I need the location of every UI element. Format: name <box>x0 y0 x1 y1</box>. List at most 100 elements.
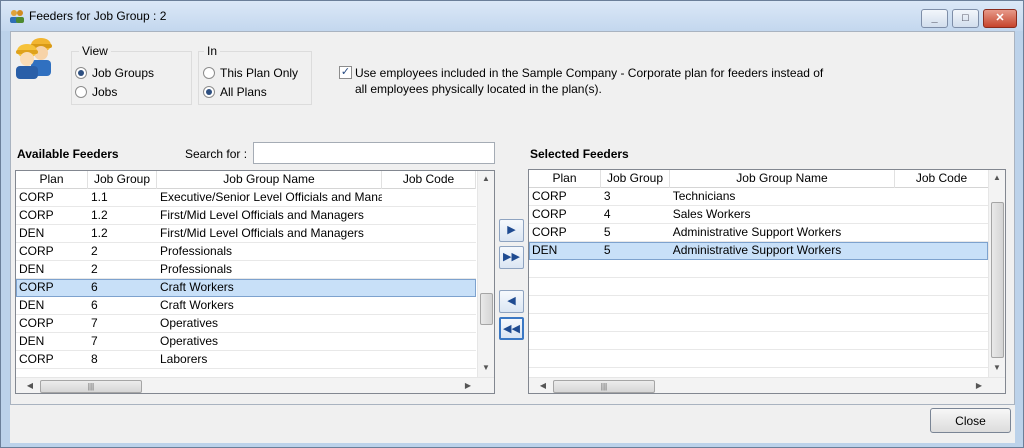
table-row[interactable]: DEN 7 Operatives <box>16 333 476 351</box>
close-button[interactable]: Close <box>930 408 1011 433</box>
column-header-plan[interactable]: Plan <box>16 171 88 189</box>
available-feeders-grid: Plan Job Group Job Group Name Job Code C… <box>15 170 495 394</box>
scrollbar-thumb[interactable]: ||| <box>40 380 142 393</box>
cell-code <box>382 225 476 242</box>
cell-code <box>382 315 476 332</box>
sample-company-checkbox[interactable]: ✓ <box>339 66 352 79</box>
title-bar[interactable]: Feeders for Job Group : 2 _ □ ✕ <box>1 1 1023 31</box>
cell-plan: CORP <box>19 280 54 294</box>
cell-name: Administrative Support Workers <box>672 243 842 257</box>
remove-selected-button[interactable]: ◀ <box>499 290 524 313</box>
table-row[interactable]: CORP 3 Technicians <box>529 188 988 206</box>
cell-job-group: 4 <box>603 207 611 221</box>
vertical-scrollbar[interactable]: ▲ ▼ <box>477 171 494 377</box>
cell-code <box>382 351 476 368</box>
cell-code <box>382 261 476 278</box>
scroll-left-icon[interactable]: ◀ <box>537 381 549 390</box>
cell-job-group: 1.1 <box>91 190 108 204</box>
cell-job-group <box>601 314 670 331</box>
in-all-plans-radio[interactable]: All Plans <box>203 84 267 100</box>
table-row[interactable]: CORP 1.2 First/Mid Level Officials and Man… <box>16 207 476 225</box>
double-arrow-right-icon: ▶▶ <box>503 251 520 263</box>
cell-code <box>894 314 988 331</box>
column-header-job-group[interactable]: Job Group <box>601 170 670 188</box>
cell-plan: CORP <box>19 316 54 330</box>
cell-name <box>670 350 895 367</box>
maximize-icon: □ <box>962 12 969 24</box>
scroll-up-icon[interactable]: ▲ <box>991 173 1003 182</box>
radio-indicator <box>75 67 87 79</box>
scrollbar-thumb[interactable] <box>480 293 493 325</box>
cell-code <box>894 296 988 313</box>
cell-plan <box>529 278 601 295</box>
table-row[interactable] <box>529 296 988 314</box>
scrollbar-thumb[interactable]: ||| <box>553 380 655 393</box>
scroll-left-icon[interactable]: ◀ <box>24 381 36 390</box>
view-job-groups-radio[interactable]: Job Groups <box>75 65 154 81</box>
close-window-button[interactable]: ✕ <box>983 9 1017 28</box>
table-row[interactable] <box>529 332 988 350</box>
scroll-down-icon[interactable]: ▼ <box>991 363 1003 372</box>
table-row[interactable] <box>529 278 988 296</box>
table-row[interactable]: DEN 1.2 First/Mid Level Officials and Mana… <box>16 225 476 243</box>
view-jobs-radio[interactable]: Jobs <box>75 84 117 100</box>
scroll-right-icon[interactable]: ▶ <box>462 381 474 390</box>
table-row[interactable]: CORP 2 Professionals <box>16 243 476 261</box>
remove-all-button[interactable]: ◀◀ <box>499 317 524 340</box>
column-header-plan[interactable]: Plan <box>529 170 601 188</box>
available-feeders-title: Available Feeders <box>17 147 119 161</box>
table-row[interactable]: CORP 1.1 Executive/Senior Level Officials … <box>16 189 476 207</box>
cell-plan <box>529 260 601 277</box>
cell-plan: CORP <box>532 189 567 203</box>
cell-code <box>894 260 988 277</box>
add-all-button[interactable]: ▶▶ <box>499 246 524 269</box>
table-row[interactable]: CORP 4 Sales Workers <box>529 206 988 224</box>
table-row[interactable]: DEN 2 Professionals <box>16 261 476 279</box>
dialog-footer <box>10 405 1015 443</box>
scrollbar-thumb[interactable] <box>991 202 1004 358</box>
table-row[interactable] <box>529 260 988 278</box>
cell-name: Craft Workers <box>160 298 234 312</box>
column-header-job-code[interactable]: Job Code <box>895 170 989 188</box>
cell-job-group <box>601 278 670 295</box>
cell-job-group: 8 <box>91 352 98 366</box>
cell-code <box>382 333 476 350</box>
scroll-down-icon[interactable]: ▼ <box>480 363 492 372</box>
cell-code <box>894 206 988 223</box>
cell-plan: CORP <box>19 352 54 366</box>
cell-job-group: 7 <box>91 316 98 330</box>
maximize-button[interactable]: □ <box>952 9 979 28</box>
cell-name: First/Mid Level Officials and Managers <box>160 226 364 240</box>
table-row[interactable]: DEN 5 Administrative Support Workers <box>529 242 988 260</box>
column-header-job-group-name[interactable]: Job Group Name <box>670 170 895 188</box>
horizontal-scrollbar[interactable]: ◀ ||| ▶ <box>529 377 1005 393</box>
cell-plan: DEN <box>19 262 45 276</box>
in-this-plan-only-radio[interactable]: This Plan Only <box>203 65 298 81</box>
table-row[interactable]: CORP 6 Craft Workers <box>16 279 476 297</box>
cell-job-group: 1.2 <box>91 226 108 240</box>
scroll-up-icon[interactable]: ▲ <box>480 174 492 183</box>
add-selected-button[interactable]: ▶ <box>499 219 524 242</box>
search-input[interactable] <box>253 142 495 164</box>
table-row[interactable]: CORP 5 Administrative Support Workers <box>529 224 988 242</box>
scroll-right-icon[interactable]: ▶ <box>973 381 985 390</box>
cell-name: Operatives <box>160 334 219 348</box>
cell-job-group <box>601 350 670 367</box>
column-header-job-group-name[interactable]: Job Group Name <box>157 171 382 189</box>
table-row[interactable] <box>529 350 988 368</box>
cell-plan <box>529 332 601 349</box>
table-row[interactable]: CORP 8 Laborers <box>16 351 476 369</box>
table-row[interactable]: CORP 7 Operatives <box>16 315 476 333</box>
cell-code <box>894 242 988 259</box>
minimize-button[interactable]: _ <box>921 9 948 28</box>
checkbox-label-line1: Use employees included in the Sample Com… <box>355 66 824 80</box>
table-row[interactable] <box>529 314 988 332</box>
cell-plan: CORP <box>532 225 567 239</box>
table-row[interactable]: DEN 6 Craft Workers <box>16 297 476 315</box>
vertical-scrollbar[interactable]: ▲ ▼ <box>988 170 1005 377</box>
horizontal-scrollbar[interactable]: ◀ ||| ▶ <box>16 377 494 393</box>
cell-code <box>382 207 476 224</box>
column-header-job-code[interactable]: Job Code <box>382 171 476 189</box>
users-icon <box>10 10 24 23</box>
column-header-job-group[interactable]: Job Group <box>88 171 157 189</box>
